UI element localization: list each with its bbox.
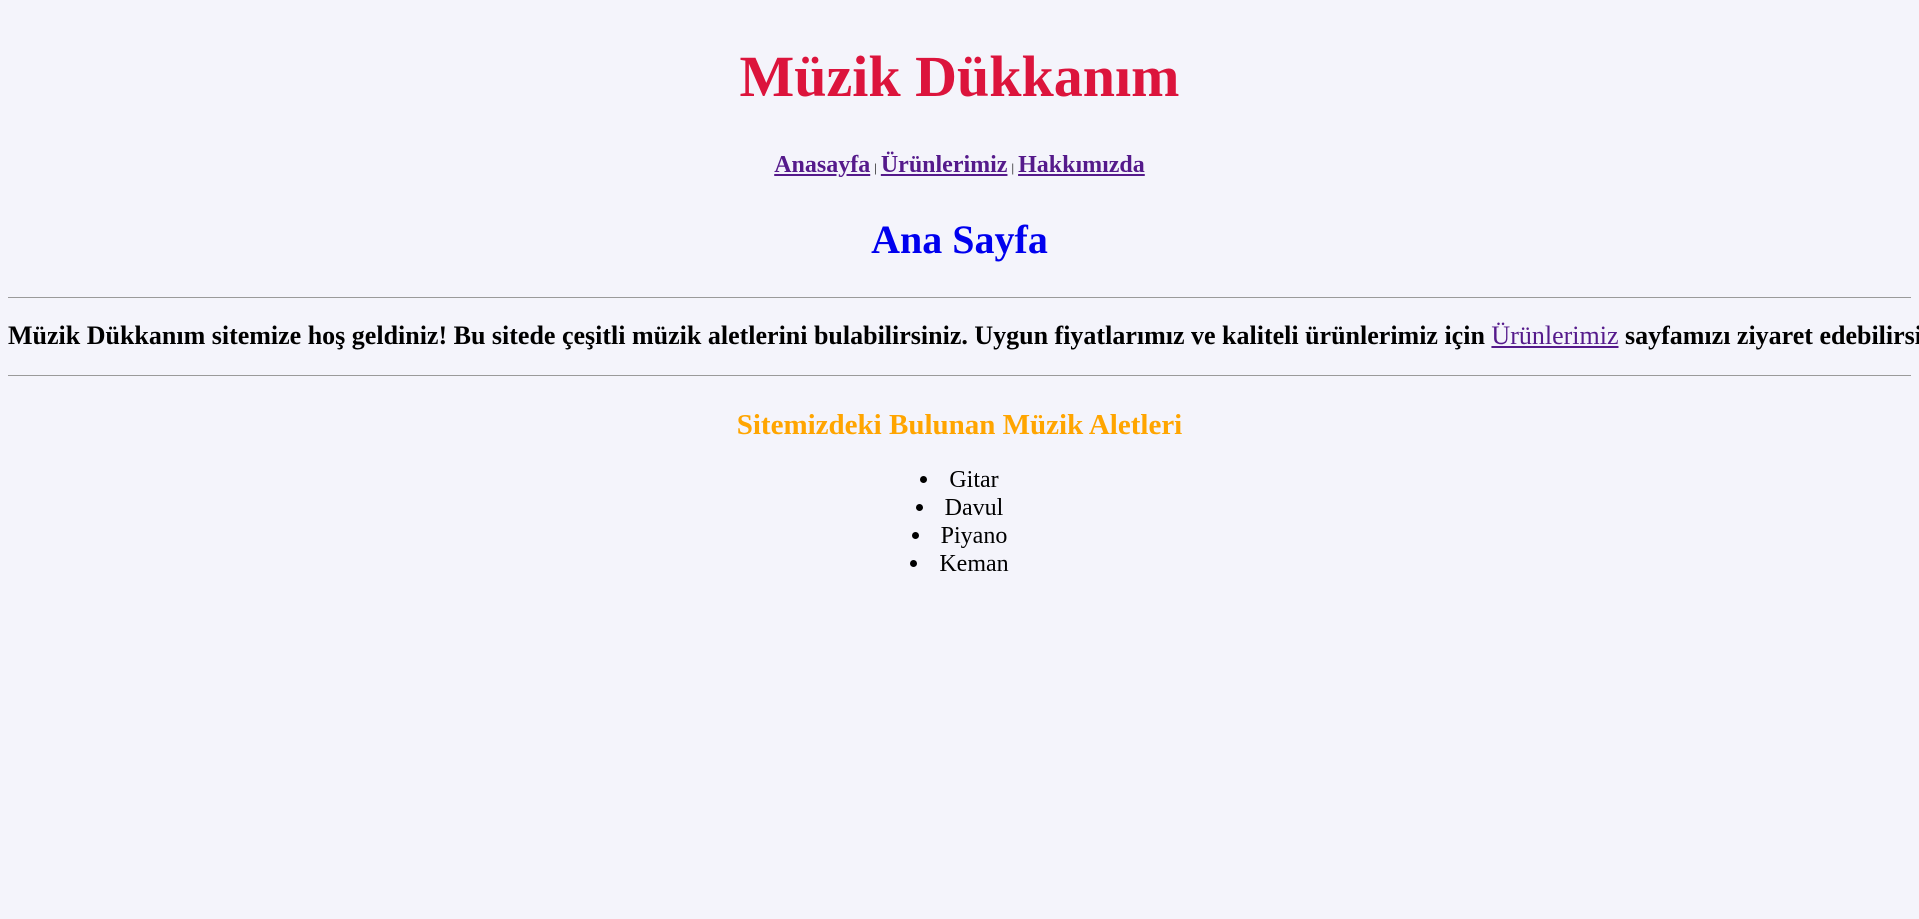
nav-link-urunlerimiz[interactable]: Ürünlerimiz (881, 152, 1008, 178)
instrument-name: Piyano (940, 523, 1008, 549)
instrument-list: Gitar Davul Piyano Keman (8, 466, 1911, 578)
site-title: Müzik Dükkanım (739, 44, 1180, 109)
page: Müzik Dükkanım Anasayfa | Ürünlerimiz | Hakk… (0, 0, 1919, 919)
list-item: Gitar (8, 466, 1911, 494)
bullet-icon (915, 503, 923, 511)
intro-text-start: Müzik Dükkanım sitemize hoş geldiniz! Bu… (8, 321, 1492, 350)
instrument-name: Davul (944, 495, 1004, 521)
intro-paragraph: Müzik Dükkanım sitemize hoş geldiniz! Bu… (8, 298, 1919, 375)
list-item: Keman (8, 550, 1911, 578)
nav-separator: | (874, 160, 877, 175)
nav-separator: | (1011, 160, 1015, 175)
section-heading: Sitemizdeki Bulunan Müzik Aletleri (736, 409, 1183, 441)
list-item: Piyano (8, 522, 1911, 550)
divider-bottom (8, 375, 1911, 376)
main-nav: Anasayfa | Ürünlerimiz | Hakkımızda (8, 150, 1911, 183)
list-item: Davul (8, 494, 1911, 522)
instrument-name: Gitar (949, 467, 999, 493)
instrument-name: Keman (939, 551, 1009, 577)
bullet-icon (920, 475, 928, 483)
page-heading: Ana Sayfa (871, 217, 1048, 262)
nav-link-hakkimizda[interactable]: Hakkımızda (1018, 152, 1145, 178)
bullet-icon (911, 531, 919, 539)
intro-link-urunlerimiz[interactable]: Ürünlerimiz (1491, 321, 1618, 350)
intro-text-end: sayfamızı ziyaret edebilirsiniz. (1625, 321, 1919, 350)
nav-link-anasayfa[interactable]: Anasayfa (774, 152, 870, 178)
bullet-icon (910, 559, 918, 567)
